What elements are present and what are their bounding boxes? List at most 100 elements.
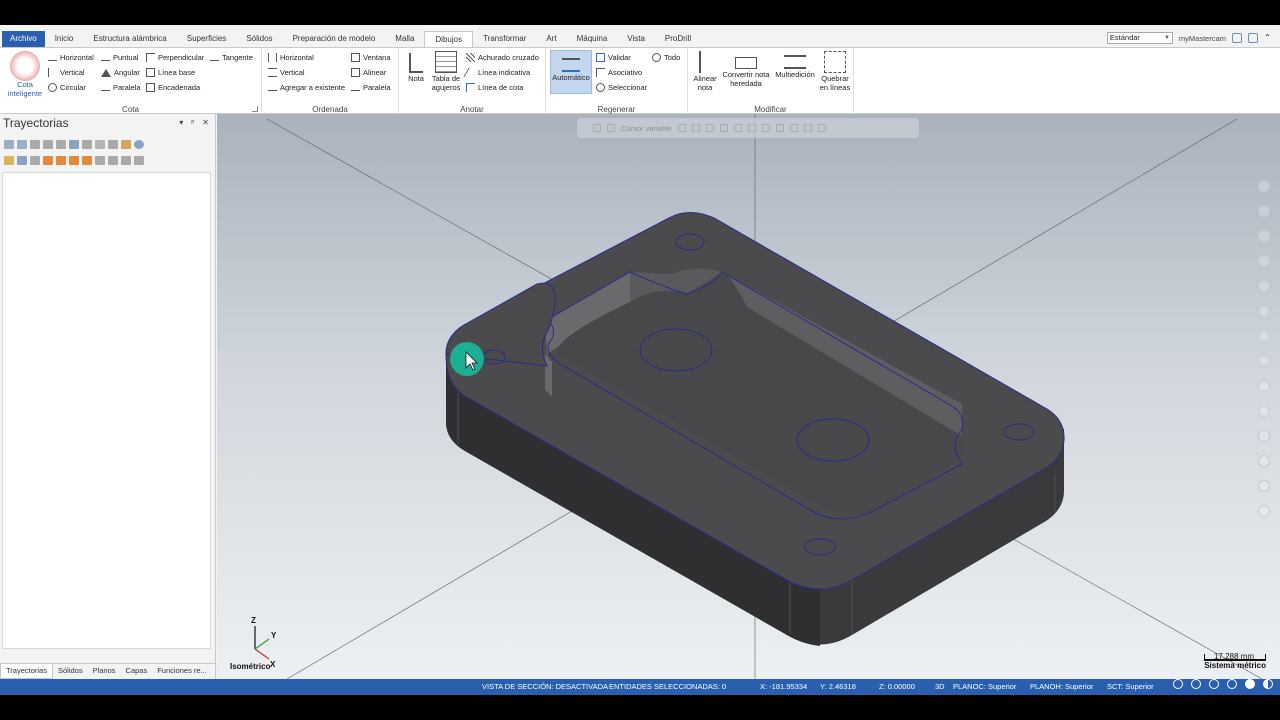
automatico-button[interactable]: Automático: [550, 50, 592, 94]
cota-angular[interactable]: Angular: [101, 66, 140, 79]
close-icon[interactable]: ✕: [202, 118, 209, 127]
shaded-globe-icon[interactable]: [1209, 679, 1219, 689]
btab-planos[interactable]: Planos: [88, 664, 121, 679]
expand-icon[interactable]: [95, 155, 105, 165]
ordenada-ventana[interactable]: Ventana: [351, 51, 391, 64]
achurado-cruzado[interactable]: Achurado cruzado: [466, 51, 539, 64]
help-panel-icon[interactable]: [134, 139, 144, 149]
wireframe-globe-icon[interactable]: [1191, 679, 1201, 689]
tab-malla[interactable]: Malla: [385, 31, 424, 47]
btab-funciones[interactable]: Funciones re...: [152, 664, 212, 679]
wireframe-icon[interactable]: [719, 124, 728, 132]
asociativo[interactable]: Asociativo: [596, 66, 642, 79]
solid-icon[interactable]: [747, 124, 756, 132]
panel-menu-icon[interactable]: ▾: [179, 118, 183, 127]
mask-points-icon[interactable]: [1258, 205, 1270, 217]
collapse-icon[interactable]: [108, 155, 118, 165]
shade-icon[interactable]: [733, 124, 742, 132]
wand-icon[interactable]: [121, 139, 131, 149]
regen-selected-icon[interactable]: [30, 139, 40, 149]
cursor-icon[interactable]: [607, 124, 615, 132]
seleccionar[interactable]: Seleccionar: [596, 81, 647, 94]
collapse-ribbon-icon[interactable]: ⌃: [1264, 33, 1274, 43]
tab-dibujos[interactable]: Dibujos: [424, 31, 474, 47]
mask-lines-icon[interactable]: [1258, 230, 1270, 242]
tab-maquina[interactable]: Máquina: [567, 31, 618, 47]
tab-inicio[interactable]: Inicio: [45, 31, 84, 47]
cota-tangente[interactable]: Tangente: [210, 51, 253, 64]
planoh-status[interactable]: PLANOH: Superior: [1030, 679, 1093, 695]
render-globe-icon[interactable]: [1227, 679, 1237, 689]
smart-dimension-button[interactable]: Cota inteligente: [5, 51, 45, 98]
btab-capas[interactable]: Capas: [121, 664, 153, 679]
btab-solidos[interactable]: Sólidos: [53, 664, 88, 679]
account-link[interactable]: myMastercam: [1179, 34, 1226, 43]
nota-button[interactable]: Nota: [405, 51, 427, 84]
linea-de-cota[interactable]: Línea de cota: [466, 81, 523, 94]
select-failed-icon[interactable]: [17, 139, 27, 149]
cota-dialog-launcher-icon[interactable]: [252, 106, 258, 112]
graphics-viewport[interactable]: Z Y X Cursor variable Isométrico 17.288 …: [217, 114, 1280, 679]
cota-encadenada[interactable]: Encadenada: [146, 81, 200, 94]
cota-paralela[interactable]: Paralela: [101, 81, 141, 94]
cursor-mode-select[interactable]: Cursor variable: [621, 124, 672, 133]
mask-solids-icon[interactable]: [1258, 330, 1270, 342]
cota-perpendicular[interactable]: Perpendicular: [146, 51, 204, 64]
mask-color-icon[interactable]: [1258, 405, 1270, 417]
cota-linea-base[interactable]: Línea base: [146, 66, 195, 79]
validar[interactable]: Validar: [596, 51, 631, 64]
linea-indicativa[interactable]: Línea indicativa: [463, 66, 530, 79]
ordenada-alinear[interactable]: Alinear: [351, 66, 386, 79]
multiedicion-button[interactable]: Multiedición: [772, 51, 818, 80]
tab-archivo[interactable]: Archivo: [2, 31, 45, 47]
ordenada-agregar[interactable]: Agregar a existente: [268, 81, 345, 94]
lock-icon[interactable]: [4, 155, 14, 165]
grid-icon[interactable]: [691, 124, 700, 132]
tab-transformar[interactable]: Transformar: [473, 31, 536, 47]
redo-icon[interactable]: [817, 124, 826, 132]
post-icon[interactable]: [108, 139, 118, 149]
tab-preparacion[interactable]: Preparación de modelo: [283, 31, 386, 47]
mask-level-icon[interactable]: [1258, 480, 1270, 492]
move-down-icon[interactable]: [43, 155, 53, 165]
cota-horizontal[interactable]: Horizontal: [48, 51, 94, 64]
ordenada-paralela[interactable]: Paralela: [351, 81, 391, 94]
insert-arrow-icon[interactable]: [69, 155, 79, 165]
g1-icon[interactable]: [95, 139, 105, 149]
mask-dims-icon[interactable]: [1258, 380, 1270, 392]
convertir-nota-button[interactable]: Convertir nota heredada: [720, 51, 772, 88]
pin-icon[interactable]: ᵖ: [191, 118, 194, 127]
tab-vista[interactable]: Vista: [617, 31, 655, 47]
undo-icon[interactable]: [803, 124, 812, 132]
tab-art[interactable]: Art: [536, 31, 566, 47]
ordenada-horizontal[interactable]: Horizontal: [268, 51, 314, 64]
btab-trayectorias[interactable]: Trayectorias: [0, 664, 53, 679]
sct-status[interactable]: SCT: Superior: [1107, 679, 1154, 695]
verify-icon[interactable]: [56, 139, 66, 149]
mask-groups-icon[interactable]: [1258, 455, 1270, 467]
quebrar-lineas-button[interactable]: Quebrar en líneas: [818, 51, 852, 92]
alinear-nota-button[interactable]: Alinear nota: [690, 51, 720, 92]
regenerar-todo[interactable]: Todo: [652, 51, 680, 64]
cota-vertical[interactable]: Vertical: [48, 66, 85, 79]
snap-icon[interactable]: [677, 124, 686, 132]
mask-arcs-icon[interactable]: [1258, 255, 1270, 267]
move-up-icon[interactable]: [56, 155, 66, 165]
style-select[interactable]: Estándar ▼: [1106, 32, 1173, 44]
filter-icon[interactable]: [775, 124, 784, 132]
settings-icon[interactable]: [134, 155, 144, 165]
ordenada-vertical[interactable]: Vertical: [268, 66, 305, 79]
tab-prodrill[interactable]: ProDrill: [655, 31, 701, 47]
toggle-post-icon[interactable]: [30, 155, 40, 165]
comment-icon[interactable]: [1232, 33, 1242, 43]
chain-icon[interactable]: [789, 124, 798, 132]
mask-meshes-icon[interactable]: [1258, 355, 1270, 367]
half-sphere-icon[interactable]: [1263, 679, 1273, 689]
backplot-icon[interactable]: [69, 139, 79, 149]
help-icon[interactable]: [1248, 33, 1258, 43]
section-view-status[interactable]: VISTA DE SECCIÓN: DESACTIVADA: [482, 679, 608, 695]
toggle-display-icon[interactable]: [17, 155, 27, 165]
filter-icon[interactable]: [121, 155, 131, 165]
regen-dirty-icon[interactable]: [43, 139, 53, 149]
mask-splines-icon[interactable]: [1258, 280, 1270, 292]
